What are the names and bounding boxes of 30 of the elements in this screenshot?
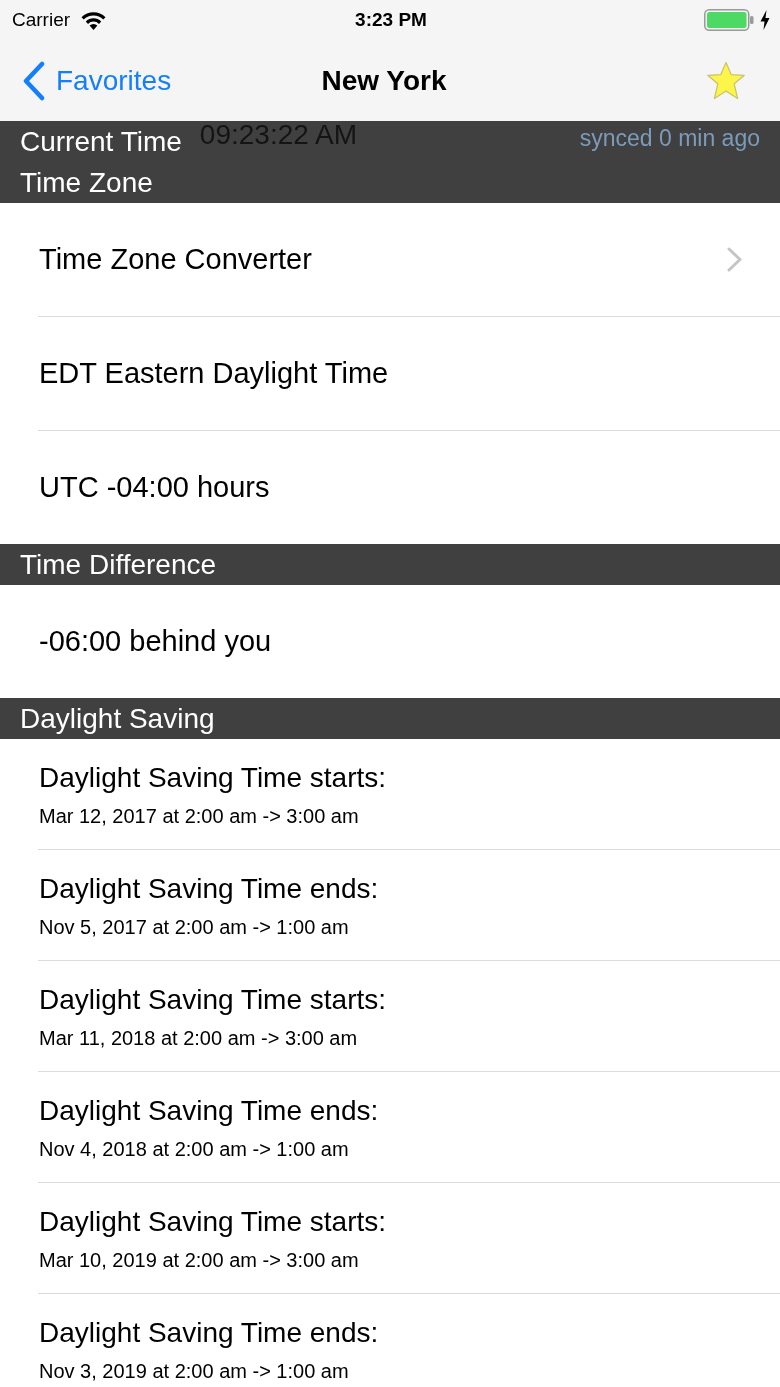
header-label: Daylight Saving [20, 702, 215, 736]
back-button[interactable]: Favorites [22, 60, 172, 101]
screen-title: New York [321, 64, 447, 97]
event-title: Daylight Saving Time ends: [39, 1316, 379, 1350]
star-icon[interactable] [706, 61, 746, 100]
status-time: 3:23 PM [355, 9, 427, 31]
event-detail: Nov 3, 2019 at 2:00 am -> 1:00 am [39, 1359, 349, 1384]
event-title: Daylight Saving Time ends: [39, 1094, 379, 1128]
event-detail: Nov 4, 2018 at 2:00 am -> 1:00 am [39, 1137, 349, 1162]
event-title: Daylight Saving Time ends: [39, 872, 379, 906]
event-detail: Mar 11, 2018 at 2:00 am -> 3:00 am [39, 1026, 358, 1051]
info-text: EDT Eastern Daylight Time [39, 357, 389, 390]
battery-icon [704, 9, 754, 31]
wifi-icon [80, 10, 108, 30]
event-title: Daylight Saving Time starts: [39, 1205, 387, 1239]
chevron-right-icon [727, 247, 742, 272]
info-text: -06:00 behind you [39, 625, 272, 658]
event-detail: Mar 10, 2019 at 2:00 am -> 3:00 am [39, 1248, 359, 1273]
chevron-left-icon [22, 60, 47, 101]
event-detail: Mar 12, 2017 at 2:00 am -> 3:00 am [39, 804, 359, 829]
event-title: Daylight Saving Time starts: [39, 983, 387, 1017]
event-title: Daylight Saving Time starts: [39, 761, 387, 795]
info-text: UTC -04:00 hours [39, 471, 270, 504]
header-label: Current Time [20, 126, 182, 158]
event-detail: Nov 5, 2017 at 2:00 am -> 1:00 am [39, 915, 349, 940]
sync-status: synced 0 min ago [579, 125, 760, 152]
carrier-label: Carrier [12, 9, 71, 31]
lightning-bolt-icon [760, 10, 770, 30]
header-label: Time Difference [20, 548, 217, 582]
header-label: Time Zone [20, 166, 153, 200]
